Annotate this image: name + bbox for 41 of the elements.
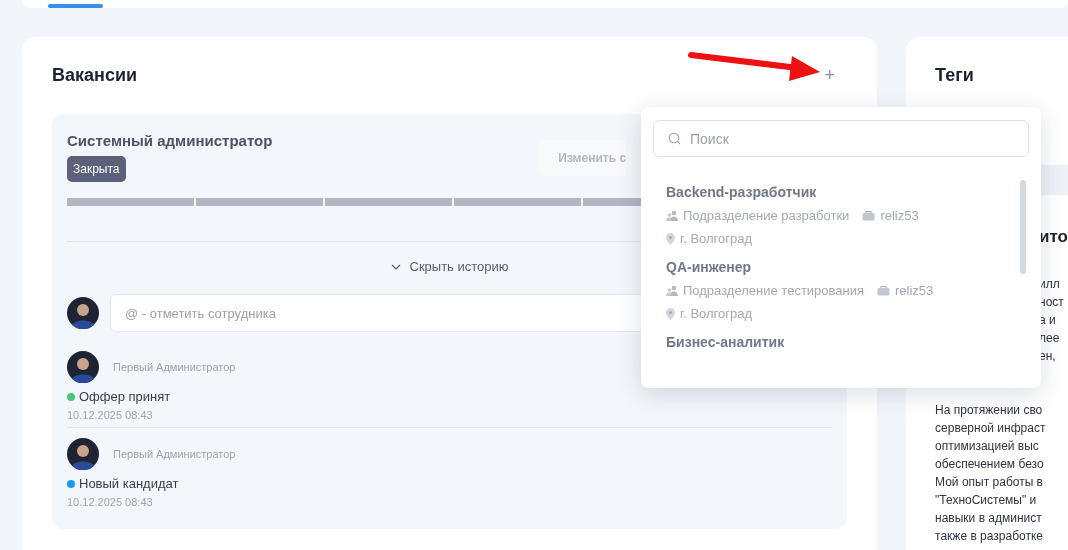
location-pin-icon [666,232,675,245]
owner-text: reliz53 [880,208,919,223]
text-line: навыки в админист [935,510,1043,527]
people-icon [666,285,678,296]
location-pin-icon [666,307,675,320]
hide-history-button[interactable]: Скрыть историю [384,258,515,275]
department-text: Подразделение разработки [683,208,850,223]
text-line: На протяжении сво [935,402,1044,419]
timestamp: 10.12.2025 08:43 [67,496,154,508]
briefcase-icon [862,210,876,221]
text-line: Мой опыт работы в [935,474,1044,491]
text-line: оптимизацией выс [935,438,1040,455]
city-text: г. Волгоград [680,306,753,321]
vacancy-title: Системный администратор [67,132,273,149]
text-line: также в разработке [935,528,1044,545]
vacancy-option[interactable]: Бизнес-аналитик [666,334,1029,350]
vacancy-option[interactable]: Backend-разработчик [666,184,1029,200]
card-title: Вакансии [52,65,138,86]
add-button[interactable]: + [824,65,848,86]
people-icon [666,210,678,221]
avatar-icon [67,438,99,470]
vacancy-option[interactable]: QA-инженер [666,259,1029,275]
author-name: Первый Администратор [113,448,236,460]
author-name: Первый Администратор [113,361,236,373]
card-title: Теги [935,65,974,86]
status-text: Новый кандидат [79,476,179,491]
text-line: серверной инфраст [935,420,1047,437]
status-badge: Закрыта [67,156,126,182]
timestamp: 10.12.2025 08:43 [67,409,154,421]
active-tab-indicator[interactable] [48,4,103,8]
avatar-icon [67,351,99,383]
briefcase-icon [877,285,891,296]
owner-text: reliz53 [895,283,934,298]
text-line: обеспечением безо [935,456,1045,473]
chevron-down-icon [390,263,401,270]
search-field[interactable]: Поиск [653,120,1029,157]
text-line: "ТехноСистемы" и [935,492,1038,509]
status-text: Оффер принят [79,389,171,404]
city-text: г. Волгоград [680,231,753,246]
scrollbar-thumb[interactable] [1020,180,1026,274]
avatar-icon [67,297,99,329]
